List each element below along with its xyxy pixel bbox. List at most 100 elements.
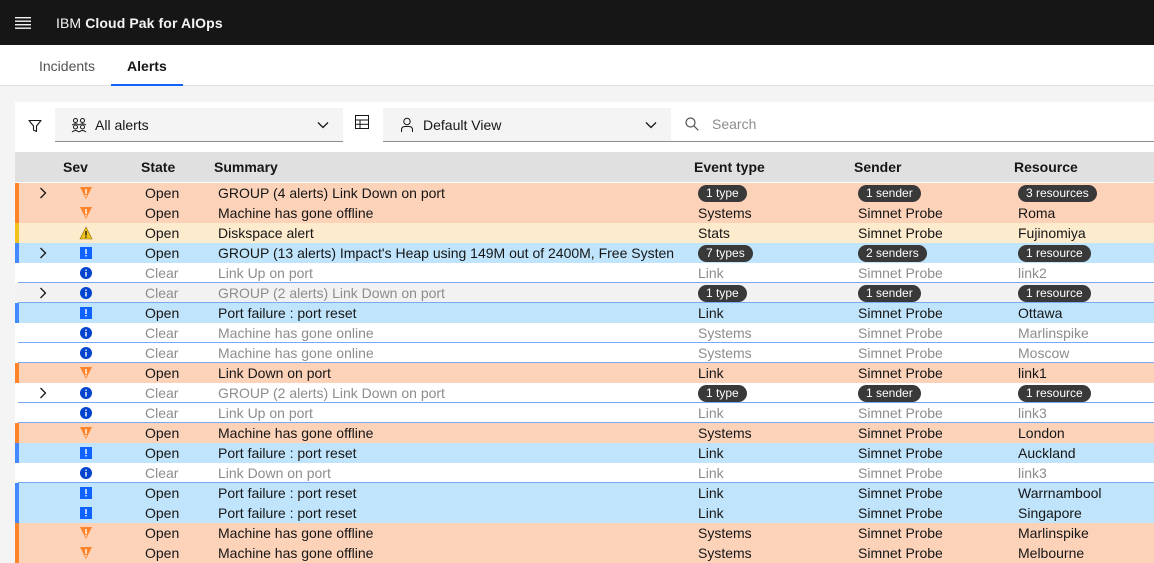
critical-severity-icon [79, 546, 93, 560]
expand-chevron-icon[interactable] [33, 183, 53, 203]
minor-severity-icon [79, 486, 93, 500]
summary-cell: Machine has gone online [218, 325, 374, 341]
table-group-row[interactable]: Open GROUP (4 alerts) Link Down on port 1 … [15, 183, 1154, 203]
table-group-row[interactable]: Clear GROUP (2 alerts) Link Down on port 1… [15, 383, 1154, 403]
severity-bar [15, 503, 19, 523]
sender-cell: Simnet Probe [858, 405, 943, 421]
column-header-event-type[interactable]: Event type [694, 152, 765, 182]
expand-chevron-icon[interactable] [33, 243, 53, 263]
severity-cell [75, 223, 97, 243]
table-group-row[interactable]: Open GROUP (13 alerts) Impact's Heap usin… [15, 243, 1154, 263]
table-row[interactable]: Open Port failure : port reset Link Simnet … [15, 503, 1154, 523]
table-group-row[interactable]: Clear GROUP (2 alerts) Link Down on port 1… [15, 283, 1154, 303]
minor-severity-icon [79, 506, 93, 520]
column-header-sev[interactable]: Sev [63, 152, 88, 182]
brand-prefix: IBM [56, 14, 82, 31]
resource-count-badge[interactable]: 1 resource [1018, 384, 1091, 402]
tab-bar: Incidents Alerts [0, 45, 1154, 86]
expand-chevron-icon[interactable] [33, 383, 53, 403]
event-type-cell: Systems [698, 345, 752, 361]
severity-bar [15, 283, 19, 303]
resource-count-badge[interactable]: 3 resources [1018, 184, 1097, 202]
event-type-count-badge[interactable]: 7 types [698, 244, 753, 262]
info-severity-icon [79, 386, 93, 400]
sender-cell: Simnet Probe [858, 345, 943, 361]
event-type-cell: Link [698, 465, 724, 481]
severity-cell [75, 463, 97, 483]
table-row[interactable]: Open Machine has gone offline Systems Simne… [15, 423, 1154, 443]
resource-count-badge[interactable]: 1 resource [1018, 284, 1091, 302]
table-row[interactable]: Open Port failure : port reset Link Simnet … [15, 483, 1154, 503]
severity-cell [75, 243, 97, 263]
sender-count-badge[interactable]: 1 sender [858, 384, 921, 402]
top-header: IBM Cloud Pak for AIOps [0, 0, 1154, 45]
event-type-cell: Systems [698, 205, 752, 221]
table-row[interactable]: Clear Link Up on port Link Simnet Probe link… [15, 263, 1154, 283]
severity-cell [75, 503, 97, 523]
table-row[interactable]: Open Machine has gone offline Systems Simne… [15, 543, 1154, 563]
state-cell: Open [145, 245, 180, 261]
resource-count-badge[interactable]: 1 resource [1018, 244, 1091, 262]
table-row[interactable]: Clear Link Up on port Link Simnet Probe link… [15, 403, 1154, 423]
chevron-down-icon [643, 117, 659, 133]
group-icon [71, 117, 87, 133]
table-row[interactable]: Clear Machine has gone online Systems Simne… [15, 343, 1154, 363]
sender-count-badge[interactable]: 1 sender [858, 284, 921, 302]
sender-count-badge[interactable]: 2 senders [858, 244, 927, 262]
summary-cell: Machine has gone offline [218, 525, 374, 541]
table-row[interactable]: Open Link Down on port Link Simnet Probe lin… [15, 363, 1154, 383]
table-row[interactable]: Clear Machine has gone online Systems Simne… [15, 323, 1154, 343]
sender-cell: Simnet Probe [858, 265, 943, 281]
event-type-cell: Systems [698, 545, 752, 561]
table-row[interactable]: Open Port failure : port reset Link Simnet … [15, 443, 1154, 463]
alerts-filter-dropdown[interactable]: All alerts [55, 108, 343, 142]
summary-cell: Machine has gone offline [218, 425, 374, 441]
expand-chevron-icon[interactable] [33, 283, 53, 303]
table-row[interactable]: Clear Link Down on port Link Simnet Probe li… [15, 463, 1154, 483]
event-type-cell: 7 types [698, 243, 838, 263]
column-header-sender[interactable]: Sender [854, 152, 901, 182]
tab-incidents[interactable]: Incidents [23, 45, 111, 86]
tab-alerts[interactable]: Alerts [111, 45, 183, 86]
column-header-resource[interactable]: Resource [1014, 152, 1078, 182]
table-view-icon[interactable] [354, 114, 370, 130]
resource-cell: Warrnambool [1018, 485, 1102, 501]
severity-cell [75, 483, 97, 503]
filter-icon[interactable] [25, 116, 45, 136]
table-row[interactable]: Open Machine has gone offline Systems Simne… [15, 523, 1154, 543]
column-header-state[interactable]: State [141, 152, 175, 182]
sender-cell: Simnet Probe [858, 205, 943, 221]
event-type-count-badge[interactable]: 1 type [698, 184, 747, 202]
alerts-toolbar: All alerts Default View [15, 102, 1154, 150]
event-type-count-badge[interactable]: 1 type [698, 384, 747, 402]
severity-cell [75, 403, 97, 423]
sender-count-badge[interactable]: 1 sender [858, 184, 921, 202]
critical-severity-icon [79, 526, 93, 540]
event-type-cell: Link [698, 265, 724, 281]
severity-bar [15, 243, 19, 263]
info-severity-icon [79, 346, 93, 360]
alerts-panel: All alerts Default View Sev State [15, 102, 1154, 563]
sender-cell: Simnet Probe [858, 525, 943, 541]
menu-icon[interactable] [0, 0, 46, 45]
severity-bar [15, 363, 19, 383]
table-row[interactable]: Open Diskspace alert Stats Simnet Probe Fuji… [15, 223, 1154, 243]
state-cell: Open [145, 225, 180, 241]
search-input[interactable] [712, 115, 1154, 132]
event-type-cell: Systems [698, 325, 752, 341]
severity-cell [75, 203, 97, 223]
product-name[interactable]: IBM Cloud Pak for AIOps [56, 15, 223, 31]
summary-cell: Machine has gone online [218, 345, 374, 361]
table-row[interactable]: Open Machine has gone offline Systems Simne… [15, 203, 1154, 223]
column-header-summary[interactable]: Summary [214, 152, 278, 182]
sender-cell: Simnet Probe [858, 225, 943, 241]
event-type-count-badge[interactable]: 1 type [698, 284, 747, 302]
severity-bar [15, 183, 19, 203]
summary-cell: GROUP (2 alerts) Link Down on port [218, 285, 445, 301]
resource-cell: Moscow [1018, 345, 1070, 361]
critical-severity-icon [79, 426, 93, 440]
view-dropdown[interactable]: Default View [383, 108, 671, 142]
state-cell: Clear [145, 405, 179, 421]
table-header: Sev State Summary Event type Sender Reso… [15, 152, 1154, 182]
table-row[interactable]: Open Port failure : port reset Link Simnet … [15, 303, 1154, 323]
